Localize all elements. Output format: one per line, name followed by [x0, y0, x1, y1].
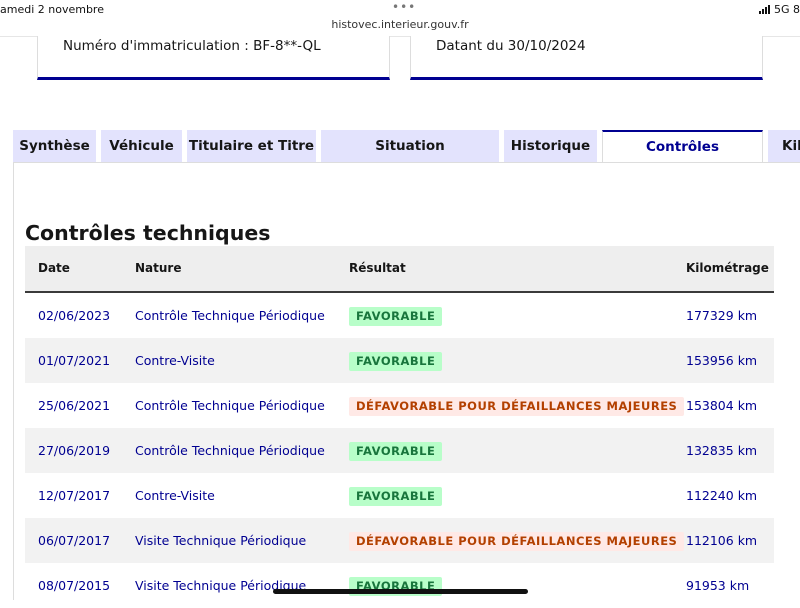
- row-km: 153956 km: [686, 353, 758, 368]
- row-nature: Contrôle Technique Périodique: [135, 443, 325, 458]
- row-result: FAVORABLE: [349, 428, 443, 473]
- report-date: Datant du 30/10/2024: [436, 38, 586, 54]
- row-km: 177329 km: [686, 308, 758, 323]
- result-badge-favorable: FAVORABLE: [349, 442, 443, 461]
- row-km: 153804 km: [686, 398, 758, 413]
- header-result: Résultat: [349, 261, 406, 275]
- row-date: 01/07/2021: [38, 353, 111, 368]
- row-nature: Visite Technique Périodique: [135, 578, 307, 593]
- header-nature: Nature: [135, 261, 182, 275]
- network-status: 5G 8: [758, 3, 800, 16]
- table-body: 02/06/2023 Contrôle Technique Périodique F…: [25, 293, 774, 608]
- row-result: FAVORABLE: [349, 473, 443, 518]
- tab-controles-techniques[interactable]: Contrôles techniques: [602, 130, 763, 186]
- row-date: 27/06/2019: [38, 443, 111, 458]
- table-row: 02/06/2023 Contrôle Technique Périodique F…: [25, 293, 774, 338]
- table-row: 06/07/2017 Visite Technique Périodique DÉF…: [25, 518, 774, 563]
- signal-icon: [758, 5, 770, 14]
- row-nature: Contre-Visite: [135, 488, 215, 503]
- row-km: 91953 km: [686, 578, 750, 593]
- row-km: 112106 km: [686, 533, 758, 548]
- row-date: 02/06/2023: [38, 308, 111, 323]
- header-km: Kilométrage: [686, 261, 769, 275]
- row-nature: Contre-Visite: [135, 353, 215, 368]
- tab-synthese[interactable]: Synthèse: [13, 130, 96, 163]
- result-badge-favorable: FAVORABLE: [349, 307, 443, 326]
- row-date: 06/07/2017: [38, 533, 111, 548]
- more-dots-icon[interactable]: •••: [392, 0, 416, 14]
- row-nature: Contrôle Technique Périodique: [135, 308, 325, 323]
- row-result: DÉFAVORABLE POUR DÉFAILLANCES MAJEURES: [349, 518, 685, 563]
- row-date: 25/06/2021: [38, 398, 111, 413]
- table-row: 25/06/2021 Contrôle Technique Périodique D…: [25, 383, 774, 428]
- tab-titulaire-titre[interactable]: Titulaire et Titre: [187, 130, 316, 163]
- status-bar: amedi 2 novembre ••• histovec.interieur.…: [0, 0, 800, 37]
- registration-card: Numéro d'immatriculation : BF-8**-QL: [37, 36, 390, 80]
- tab-situation-administrative[interactable]: Situation administrative: [321, 130, 499, 187]
- row-nature: Contrôle Technique Périodique: [135, 398, 325, 413]
- header-date: Date: [38, 261, 70, 275]
- address-bar-url[interactable]: histovec.interieur.gouv.fr: [0, 18, 800, 31]
- status-date: amedi 2 novembre: [0, 3, 104, 16]
- table-row: 12/07/2017 Contre-Visite FAVORABLE 112240 k…: [25, 473, 774, 518]
- row-result: FAVORABLE: [349, 338, 443, 383]
- row-result: FAVORABLE: [349, 293, 443, 338]
- section-title: Contrôles techniques: [25, 221, 271, 245]
- table-row: 27/06/2019 Contrôle Technique Périodique F…: [25, 428, 774, 473]
- row-result: DÉFAVORABLE POUR DÉFAILLANCES MAJEURES: [349, 383, 685, 428]
- home-indicator[interactable]: [273, 589, 528, 594]
- row-nature: Visite Technique Périodique: [135, 533, 307, 548]
- technical-controls-table: Date Nature Résultat Kilométrage 02/06/2…: [25, 246, 774, 608]
- result-badge-favorable: FAVORABLE: [349, 487, 443, 506]
- report-date-card: Datant du 30/10/2024: [410, 36, 763, 80]
- result-badge-defavorable: DÉFAVORABLE POUR DÉFAILLANCES MAJEURES: [349, 397, 685, 416]
- row-result: FAVORABLE: [349, 563, 443, 608]
- row-km: 132835 km: [686, 443, 758, 458]
- row-date: 08/07/2015: [38, 578, 111, 593]
- row-km: 112240 km: [686, 488, 758, 503]
- registration-number: Numéro d'immatriculation : BF-8**-QL: [63, 38, 321, 54]
- network-label: 5G 8: [773, 3, 800, 16]
- table-header: Date Nature Résultat Kilométrage: [25, 246, 774, 293]
- tab-bar: Synthèse Véhicule Titulaire et Titre Sit…: [13, 130, 800, 187]
- table-row: 08/07/2015 Visite Technique Périodique FAV…: [25, 563, 774, 608]
- tab-kilometrage[interactable]: Kil: [768, 130, 800, 163]
- tab-vehicule[interactable]: Véhicule: [101, 130, 182, 163]
- result-badge-defavorable: DÉFAVORABLE POUR DÉFAILLANCES MAJEURES: [349, 532, 685, 551]
- table-row: 01/07/2021 Contre-Visite FAVORABLE 153956 k…: [25, 338, 774, 383]
- result-badge-favorable: FAVORABLE: [349, 352, 443, 371]
- row-date: 12/07/2017: [38, 488, 111, 503]
- tab-historique[interactable]: Historique: [504, 130, 597, 163]
